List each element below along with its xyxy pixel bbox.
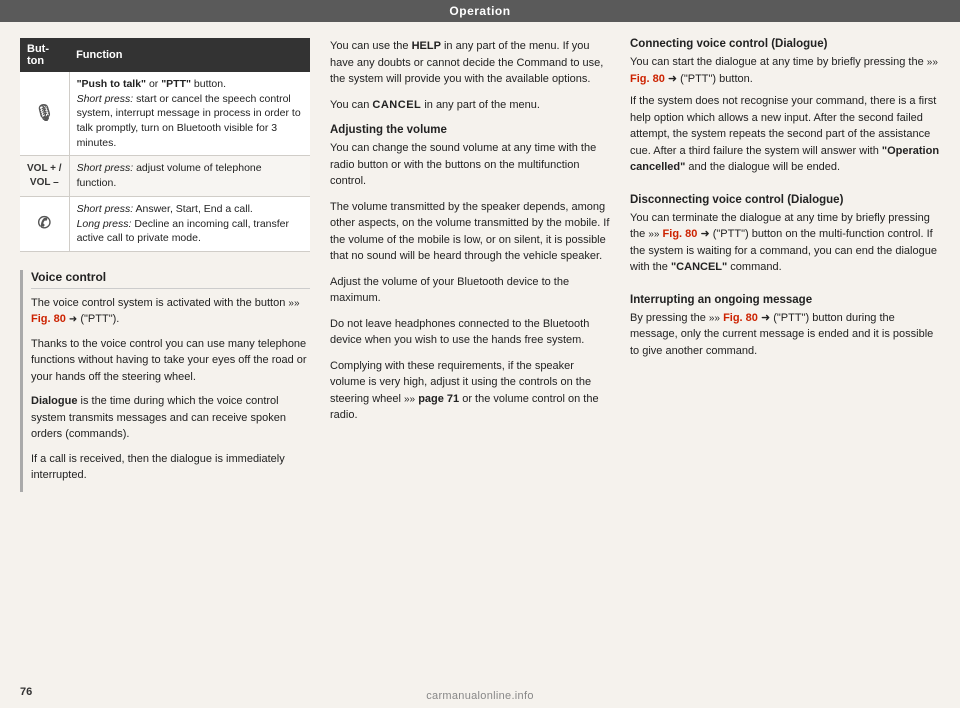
arrows-steering: »» — [404, 394, 415, 405]
header-title: Operation — [449, 4, 510, 18]
mid-para-volume-1: You can change the sound volume at any t… — [330, 140, 610, 190]
cancel-label: CANCEL — [372, 99, 421, 111]
help-label: HELP — [412, 40, 441, 52]
fig-ref-disconnect: Fig. 80 — [663, 228, 698, 240]
mid-para-headphones: Do not leave headphones connected to the… — [330, 316, 610, 349]
short-press-call: Short press: — [77, 203, 134, 215]
mid-para-steering: Complying with these requirements, if th… — [330, 358, 610, 424]
table-row: ✆ Short press: Answer, Start, End a call… — [20, 196, 310, 251]
voice-para-4: If a call is received, then the dialogue… — [31, 451, 310, 484]
operation-header: Operation — [0, 0, 960, 22]
table-cell-function-vol: Short press: adjust volume of telephone … — [69, 156, 310, 196]
table-cell-function-ptt: "Push to talk" or "PTT" button. Short pr… — [69, 72, 310, 156]
voice-control-section: Voice control The voice control system i… — [20, 270, 310, 492]
voice-para-2: Thanks to the voice control you can use … — [31, 336, 310, 386]
mid-para-help: You can use the HELP in any part of the … — [330, 38, 610, 88]
arrow-connect: ➜ — [668, 73, 677, 85]
long-press-call: Long press: — [77, 218, 132, 230]
interrupting-message-title: Interrupting an ongoing message — [630, 294, 940, 306]
left-column: But-ton Function 🎙 "Push to talk" or "PT… — [20, 38, 310, 692]
disconnecting-voice-title: Disconnecting voice control (Dialogue) — [630, 194, 940, 206]
fig-ref-1: Fig. 80 — [31, 313, 66, 325]
push-to-talk-label: "Push to talk" — [77, 78, 146, 90]
disconnecting-para-1: You can terminate the dialogue at any ti… — [630, 210, 940, 276]
table-header-function: Function — [69, 38, 310, 72]
table-header-button: But-ton — [20, 38, 69, 72]
dialogue-label: Dialogue — [31, 395, 77, 407]
middle-column: You can use the HELP in any part of the … — [330, 38, 610, 692]
short-press-vol: Short press: — [77, 162, 134, 174]
section-connecting-voice: Connecting voice control (Dialogue) You … — [630, 38, 940, 182]
call-icon: ✆ — [38, 215, 51, 232]
arrow-disconnect: ➜ — [700, 228, 709, 240]
adjusting-volume-heading: Adjusting the volume — [330, 124, 610, 136]
voice-para-1: The voice control system is activated wi… — [31, 295, 310, 328]
arrows-connect: »» — [927, 57, 938, 68]
right-column: Connecting voice control (Dialogue) You … — [630, 38, 940, 692]
mid-para-bluetooth-vol: Adjust the volume of your Bluetooth devi… — [330, 274, 610, 307]
page-ref-steering: page 71 — [418, 393, 459, 405]
table-cell-vol: VOL + /VOL – — [20, 156, 69, 196]
function-table: But-ton Function 🎙 "Push to talk" or "PT… — [20, 38, 310, 252]
watermark: carmanualonline.info — [0, 690, 960, 702]
fig-ref-interrupt: Fig. 80 — [723, 312, 758, 324]
interrupting-para-1: By pressing the »» Fig. 80 ➜ ("PTT") but… — [630, 310, 940, 360]
connecting-voice-title: Connecting voice control (Dialogue) — [630, 38, 940, 50]
fig-ref-connect: Fig. 80 — [630, 73, 665, 85]
voice-control-title: Voice control — [31, 270, 310, 289]
section-interrupting-message: Interrupting an ongoing message By press… — [630, 294, 940, 366]
ptt-label: "PTT" — [161, 78, 191, 90]
arrows-disconnect: »» — [648, 229, 659, 240]
arrows-1: »» — [288, 298, 299, 309]
arrows-interrupt: »» — [709, 313, 720, 324]
table-row: VOL + /VOL – Short press: adjust volume … — [20, 156, 310, 196]
table-cell-function-call: Short press: Answer, Start, End a call. … — [69, 196, 310, 251]
short-press-label: Short press: — [77, 93, 134, 105]
mid-para-volume-2: The volume transmitted by the speaker de… — [330, 199, 610, 265]
arrow-interrupt: ➜ — [761, 312, 770, 324]
table-cell-icon-call: ✆ — [20, 196, 69, 251]
ptt-icon: 🎙 — [34, 105, 54, 122]
mid-para-cancel: You can CANCEL in any part of the menu. — [330, 97, 610, 114]
operation-cancelled-label: "Operation cancelled" — [630, 145, 939, 174]
cancel-command-label: "CANCEL" — [671, 261, 727, 273]
arrow-ref-1: ➜ — [69, 314, 77, 325]
table-cell-icon-ptt: 🎙 — [20, 72, 69, 156]
connecting-para-1: You can start the dialogue at any time b… — [630, 54, 940, 87]
connecting-para-2: If the system does not recognise your co… — [630, 93, 940, 176]
voice-para-3: Dialogue is the time during which the vo… — [31, 393, 310, 443]
section-disconnecting-voice: Disconnecting voice control (Dialogue) Y… — [630, 194, 940, 282]
table-row: 🎙 "Push to talk" or "PTT" button. Short … — [20, 72, 310, 156]
